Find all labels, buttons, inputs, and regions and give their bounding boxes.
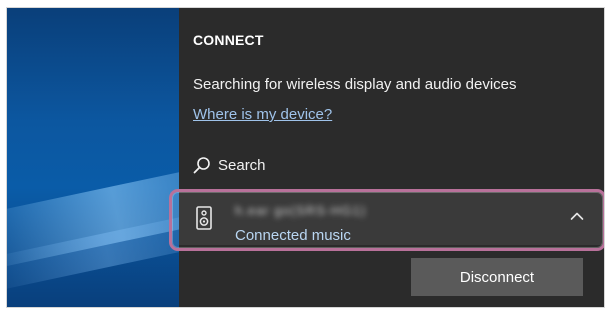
- screenshot-frame: CONNECT Searching for wireless display a…: [6, 7, 605, 308]
- speaker-icon: [196, 206, 212, 230]
- search-icon: [193, 157, 210, 174]
- chevron-up-icon[interactable]: [570, 211, 584, 221]
- desktop-wallpaper: [7, 8, 179, 307]
- device-list-item[interactable]: h.ear go(SRS-HG1) Connected music: [179, 191, 604, 245]
- search-status-text: Searching for wireless display and audio…: [193, 76, 517, 93]
- where-is-my-device-link[interactable]: Where is my device?: [193, 106, 332, 123]
- connect-panel: CONNECT Searching for wireless display a…: [179, 8, 604, 307]
- disconnect-button[interactable]: Disconnect: [411, 258, 583, 296]
- device-status: Connected music: [235, 227, 351, 244]
- search-button[interactable]: Search: [193, 154, 266, 176]
- panel-title: CONNECT: [193, 32, 264, 48]
- device-name: h.ear go(SRS-HG1): [235, 203, 367, 218]
- search-label: Search: [218, 156, 266, 174]
